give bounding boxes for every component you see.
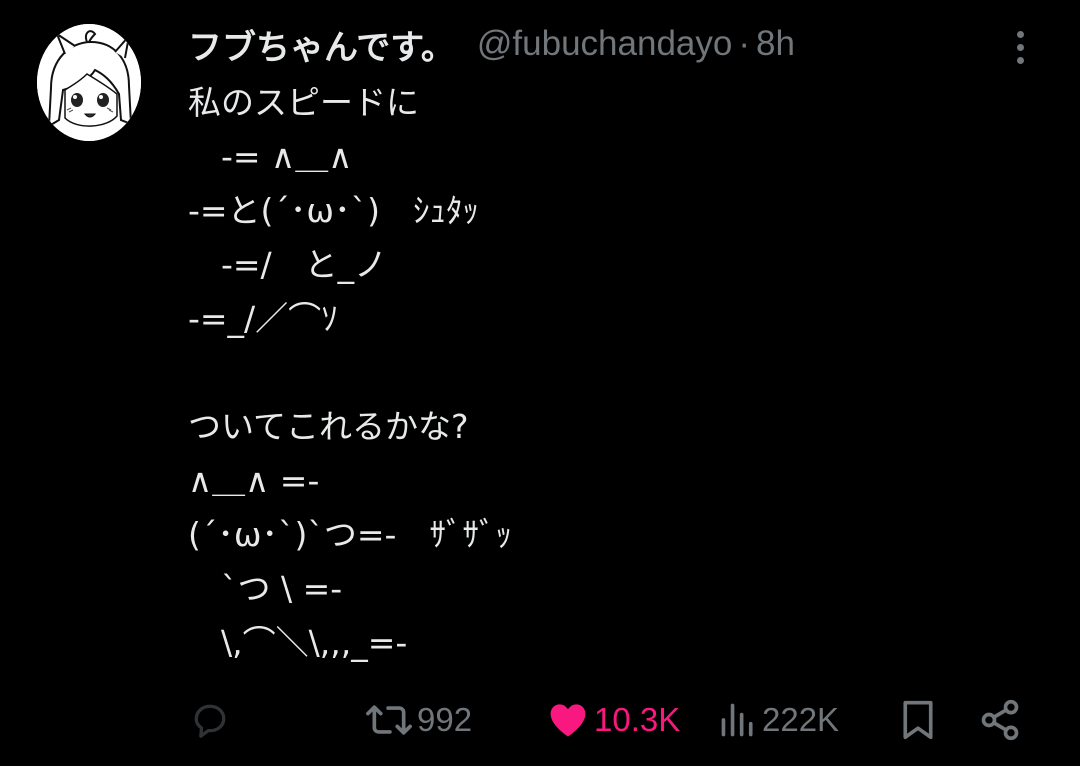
reply-button[interactable] [188, 690, 236, 750]
reply-icon [194, 704, 226, 738]
tweet-line: (´･ω･`)`つ=- ｻﾞｻﾞｯ [188, 515, 512, 554]
retweet-button[interactable]: 992 [365, 690, 472, 750]
tweet-line: 私のスピードに [188, 83, 419, 122]
like-button[interactable]: 10.3K [546, 690, 680, 750]
views-count: 222K [762, 701, 840, 738]
retweet-count: 992 [417, 701, 473, 738]
bookmark-button[interactable] [898, 690, 938, 750]
share-button[interactable] [978, 690, 1022, 750]
retweet-icon [366, 705, 412, 735]
more-vertical-icon-dot [1016, 43, 1024, 51]
tweet-line: -=_/／⌒ｿ [188, 299, 338, 338]
tweet-line: -=と(´･ω･`) ｼｭﾀｯ [188, 191, 479, 230]
like-count: 10.3K [594, 701, 681, 738]
tweet-line: \,⌒＼\,,,_=- [188, 623, 408, 662]
more-vertical-icon [1016, 30, 1024, 38]
tweet-line: `つ \ =- [188, 569, 343, 608]
tweet-line: -=/ と_ノ [188, 245, 388, 284]
heart-icon [550, 704, 586, 737]
share-icon [981, 699, 1019, 741]
tweet-line: ∧＿∧ =- [188, 461, 320, 500]
timestamp[interactable]: 8h [756, 24, 795, 64]
more-vertical-icon-dot [1016, 56, 1024, 64]
display-name[interactable]: フブちゃんです。 [188, 20, 455, 69]
tweet-line: -= ∧＿∧ [188, 137, 353, 176]
tweet-line: ついてこれるかな? [188, 407, 469, 446]
tweet[interactable]: フブちゃんです。 @fubuchandayo · 8h 私のスピードに -= ∧… [0, 0, 1080, 766]
bookmark-icon [903, 700, 933, 740]
more-options-button[interactable] [1004, 26, 1036, 68]
user-handle[interactable]: @fubuchandayo [477, 24, 732, 64]
views-button[interactable]: 222K [718, 690, 839, 750]
action-bar: 992 10.3K 222K [0, 690, 1080, 750]
header-separator: · [738, 24, 751, 63]
tweet-header: フブちゃんです。 @fubuchandayo · 8h [188, 20, 795, 68]
avatar-image [37, 24, 141, 141]
avatar[interactable] [37, 24, 141, 141]
views-icon [721, 703, 753, 737]
tweet-text: 私のスピードに -= ∧＿∧ -=と(´･ω･`) ｼｭﾀｯ -=/ と_ノ -… [188, 76, 1048, 670]
